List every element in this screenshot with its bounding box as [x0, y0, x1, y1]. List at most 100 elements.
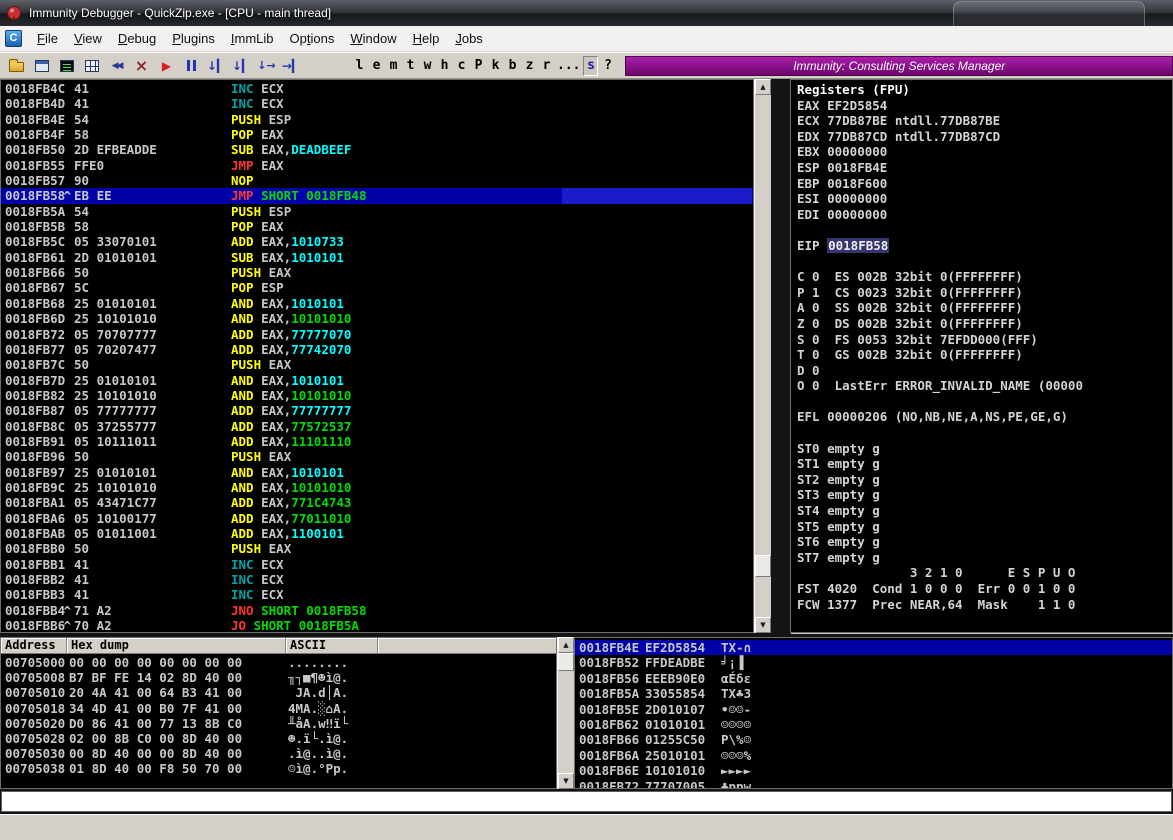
toolbar-letter-P[interactable]: P	[471, 56, 486, 76]
disassembly-row[interactable]: 0018FB4D41INC ECX	[1, 96, 753, 111]
disassembly-row[interactable]: 0018FB612D 01010101SUB EAX,1010101	[1, 250, 753, 265]
disassembly-row[interactable]: 0018FB7C50PUSH EAX	[1, 357, 753, 372]
open-file-button[interactable]	[4, 55, 29, 77]
dump-row[interactable]: 0070500000 00 00 00 00 00 00 00........	[1, 655, 556, 670]
disassembly-row[interactable]: 0018FB502D EFBEADDESUB EAX,DEADBEEF	[1, 142, 753, 157]
menu-item-debug[interactable]: Debug	[110, 26, 164, 51]
disassembly-row[interactable]: 0018FB7705 70207477ADD EAX,77742070	[1, 342, 753, 357]
disassembly-row[interactable]: 0018FB5A54PUSH ESP	[1, 204, 753, 219]
disassembly-row[interactable]: 0018FB9650PUSH EAX	[1, 449, 753, 464]
disassembly-pane[interactable]: 0018FB4C41INC ECX0018FB4D41INC ECX0018FB…	[0, 79, 754, 633]
trace-into-button[interactable]: ↓→	[254, 55, 279, 77]
disassembly-row[interactable]: 0018FB6D25 10101010AND EAX,10101010	[1, 311, 753, 326]
app-icon[interactable]	[6, 5, 22, 21]
step-into-button[interactable]: ↓▎	[204, 55, 229, 77]
scroll-down-icon[interactable]: ▼	[558, 773, 574, 789]
disassembly-row[interactable]: 0018FB5C05 33070101ADD EAX,1010733	[1, 234, 753, 249]
stack-row[interactable]: 0018FB56EEEB90E0αÉδε	[575, 671, 1172, 686]
disassembly-row[interactable]: 0018FBA605 10100177ADD EAX,77011010	[1, 511, 753, 526]
execute-till-return-button[interactable]: →▎	[279, 55, 304, 77]
dump-row[interactable]: 0070502802 00 8B C0 00 8D 40 00☻.ï└.ì@.	[1, 731, 556, 746]
disassembly-row[interactable]: 0018FBB050PUSH EAX	[1, 541, 753, 556]
disassembly-row[interactable]: 0018FB675CPOP ESP	[1, 280, 753, 295]
disassembly-scrollbar[interactable]: ▲ ▼	[754, 79, 771, 633]
disassembly-row[interactable]: 0018FB4E54PUSH ESP	[1, 112, 753, 127]
pause-button[interactable]	[179, 55, 204, 77]
command-input[interactable]	[1, 791, 1172, 812]
dump-row[interactable]: 0070503000 8D 40 00 00 8D 40 00.ì@..ì@.	[1, 746, 556, 761]
stack-row[interactable]: 0018FB6601255C50P\%☺	[575, 732, 1172, 747]
toolbar-letter-m[interactable]: m	[386, 56, 401, 76]
dump-row[interactable]: 0070503801 8D 40 00 F8 50 70 00☺ì@.°Pp.	[1, 761, 556, 776]
disassembly-row[interactable]: 0018FB5B58POP EAX	[1, 219, 753, 234]
stack-row[interactable]: 0018FB5A33055854TX♣3	[575, 686, 1172, 701]
menu-item-plugins[interactable]: Plugins	[164, 26, 223, 51]
disassembly-row[interactable]: 0018FBB4^71 A2JNO SHORT 0018FB58	[1, 603, 753, 618]
toolbar-letter-more[interactable]: ...	[556, 56, 581, 76]
stack-row[interactable]: 0018FB7277707005♣ppw	[575, 779, 1172, 789]
step-over-button[interactable]: ↓▎	[229, 55, 254, 77]
disassembly-row[interactable]: 0018FB6650PUSH EAX	[1, 265, 753, 280]
menu-item-view[interactable]: View	[66, 26, 110, 51]
scroll-up-icon[interactable]: ▲	[755, 79, 771, 95]
toolbar-letter-r[interactable]: r	[539, 56, 554, 76]
disassembly-row[interactable]: 0018FB4C41INC ECX	[1, 81, 753, 96]
close-button[interactable]: ×	[129, 55, 154, 77]
toolbar-letter-e[interactable]: e	[369, 56, 384, 76]
menu-item-help[interactable]: Help	[405, 26, 448, 51]
toolbar-letter-b[interactable]: b	[505, 56, 520, 76]
log-window-button[interactable]	[29, 55, 54, 77]
stack-row[interactable]: 0018FB6201010101☺☺☺☺	[575, 717, 1172, 732]
disassembly-row[interactable]: 0018FB9C25 10101010AND EAX,10101010	[1, 480, 753, 495]
disassembly-row[interactable]: 0018FBB341INC ECX	[1, 587, 753, 602]
cpu-window-button[interactable]	[54, 55, 79, 77]
dump-pane[interactable]: Address Hex dump ASCII 0070500000 00 00 …	[0, 637, 557, 789]
stack-row[interactable]: 0018FB5E2D010107•☺☺-	[575, 702, 1172, 717]
toolbar-letter-z[interactable]: z	[522, 56, 537, 76]
disassembly-row[interactable]: 0018FB8705 77777777ADD EAX,77777777	[1, 403, 753, 418]
menu-item-window[interactable]: Window	[342, 26, 404, 51]
stack-row[interactable]: 0018FB4EEF2D5854TX-∩	[575, 640, 1172, 655]
disassembly-row[interactable]: 0018FB8225 10101010AND EAX,10101010	[1, 388, 753, 403]
disassembly-row[interactable]: 0018FB7D25 01010101AND EAX,1010101	[1, 373, 753, 388]
dump-row[interactable]: 0070501834 4D 41 00 B0 7F 41 004MA.░⌂A.	[1, 701, 556, 716]
disassembly-row[interactable]: 0018FBB6^70 A2JO SHORT 0018FB5A	[1, 618, 753, 633]
disassembly-row[interactable]: 0018FB5790NOP	[1, 173, 753, 188]
menu-item-jobs[interactable]: Jobs	[447, 26, 490, 51]
stack-row[interactable]: 0018FB6A25010101☺☺☺%	[575, 748, 1172, 763]
scroll-up-icon[interactable]: ▲	[558, 637, 574, 653]
scroll-thumb[interactable]	[755, 555, 771, 577]
toolbar-letter-c[interactable]: c	[454, 56, 469, 76]
disassembly-row[interactable]: 0018FB6825 01010101AND EAX,1010101	[1, 296, 753, 311]
menu-item-immlib[interactable]: ImmLib	[223, 26, 282, 51]
disassembly-row[interactable]: 0018FB58^EB EEJMP SHORT 0018FB48	[1, 188, 753, 203]
scroll-thumb[interactable]	[558, 653, 574, 671]
child-window-icon[interactable]: C	[5, 30, 22, 47]
restart-button[interactable]: ◀◀	[104, 55, 129, 77]
scroll-down-icon[interactable]: ▼	[755, 617, 771, 633]
dump-row[interactable]: 00705020D0 86 41 00 77 13 8B C0╨åA.w‼ï└	[1, 716, 556, 731]
toolbar-letter-h[interactable]: h	[437, 56, 452, 76]
disassembly-row[interactable]: 0018FB7205 70707777ADD EAX,77777070	[1, 327, 753, 342]
memory-map-button[interactable]	[79, 55, 104, 77]
dump-row[interactable]: 0070501020 4A 41 00 64 B3 41 00 JA.d│A.	[1, 685, 556, 700]
run-button[interactable]: ▶	[154, 55, 179, 77]
stack-pane[interactable]: 0018FB4EEF2D5854TX-∩0018FB52FFDEADBE╛¡▐ …	[574, 637, 1173, 789]
menu-item-options[interactable]: Options	[282, 26, 343, 51]
disassembly-row[interactable]: 0018FB9105 10111011ADD EAX,11101110	[1, 434, 753, 449]
stack-row[interactable]: 0018FB6E10101010►►►►	[575, 763, 1172, 778]
toolbar-letter-l[interactable]: l	[352, 56, 367, 76]
toolbar-letter-k[interactable]: k	[488, 56, 503, 76]
dump-row[interactable]: 00705008B7 BF FE 14 02 8D 40 00╖┐■¶☻ì@.	[1, 670, 556, 685]
toolbar-letter-t[interactable]: t	[403, 56, 418, 76]
disassembly-row[interactable]: 0018FB55FFE0JMP EAX	[1, 158, 753, 173]
disassembly-row[interactable]: 0018FBB141INC ECX	[1, 557, 753, 572]
disassembly-row[interactable]: 0018FB4F58POP EAX	[1, 127, 753, 142]
menu-item-file[interactable]: File	[29, 26, 66, 51]
registers-pane[interactable]: Registers (FPU)EAX EF2D5854ECX 77DB87BE …	[790, 79, 1173, 633]
disassembly-row[interactable]: 0018FB8C05 37255777ADD EAX,77572537	[1, 419, 753, 434]
dump-scrollbar[interactable]: ▲ ▼	[557, 637, 574, 789]
toolbar-letter-w[interactable]: w	[420, 56, 435, 76]
disassembly-row[interactable]: 0018FBA105 43471C77ADD EAX,771C4743	[1, 495, 753, 510]
toolbar-letter-help[interactable]: ?	[600, 56, 615, 76]
